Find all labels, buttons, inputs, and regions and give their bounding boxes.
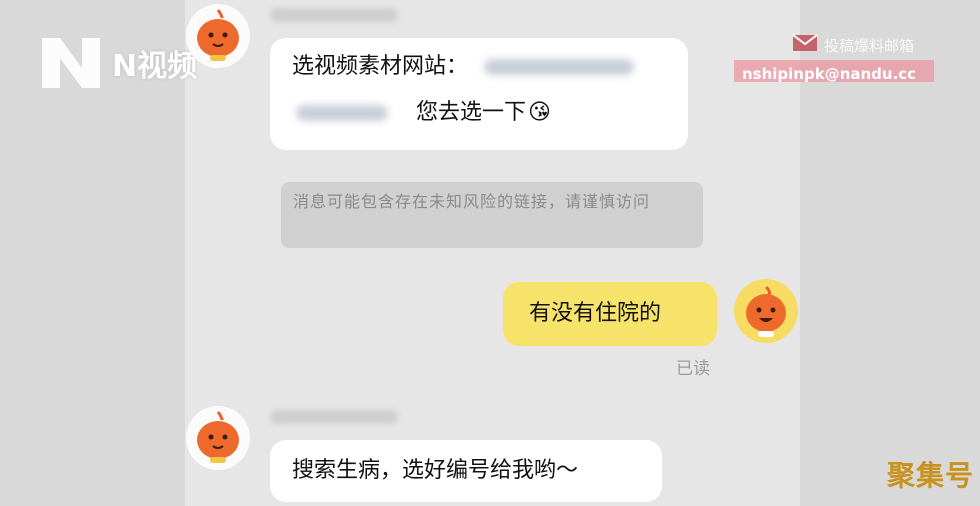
mail-icon <box>792 34 818 56</box>
self-message-text: 有没有住院的 <box>529 301 662 326</box>
sender-name-blurred <box>270 410 398 424</box>
brand-logo: N视频 <box>38 34 197 92</box>
message-bubble-1[interactable]: 选视频素材网站： 您去选一下 😘 <box>270 38 688 150</box>
message-1-line2: 您去选一下 <box>416 100 527 125</box>
message-1-line1: 选视频素材网站： <box>292 54 469 79</box>
message-bubble-3[interactable]: 搜索生病，选好编号给我哟～ <box>270 440 662 502</box>
n-logo-icon <box>38 34 104 92</box>
self-message-bubble[interactable]: 有没有住院的 <box>503 282 717 346</box>
kiss-emoji-icon: 😘 <box>528 100 551 125</box>
contact-avatar[interactable] <box>186 406 250 470</box>
orange-mascot-icon <box>746 285 786 337</box>
risk-warning-notice: 消息可能包含存在未知风险的链接，请谨慎访问 <box>281 182 703 248</box>
contact-avatar[interactable] <box>186 4 250 68</box>
sender-name-blurred <box>270 8 398 22</box>
blurred-link[interactable] <box>484 59 635 75</box>
read-status: 已读 <box>676 359 710 379</box>
logo-text: N视频 <box>112 49 198 84</box>
orange-mascot-icon <box>197 411 239 463</box>
orange-mascot-icon <box>197 9 239 61</box>
tip-watermark: 投稿爆料邮箱 nshipinpk@nandu.cc <box>734 34 950 83</box>
message-3-text: 搜索生病，选好编号给我哟～ <box>292 458 579 483</box>
self-avatar[interactable] <box>734 279 798 343</box>
tip-label: 投稿爆料邮箱 <box>823 36 914 55</box>
blurred-link-continued[interactable] <box>296 105 388 121</box>
corner-brand-watermark: 聚集号 <box>886 459 974 492</box>
tip-email: nshipinpk@nandu.cc <box>734 60 934 83</box>
